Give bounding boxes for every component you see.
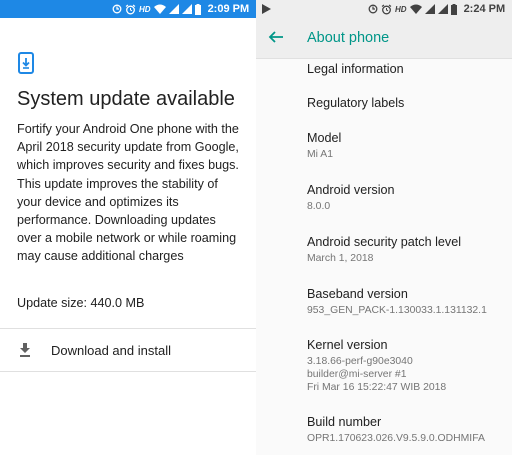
download-and-install-button[interactable]: Download and install <box>0 329 256 371</box>
item-summary: 8.0.0 <box>307 201 331 212</box>
phone-download-icon <box>18 52 36 74</box>
status-time: 2:24 PM <box>463 3 506 15</box>
update-description: Fortify your Android One phone with the … <box>17 122 239 264</box>
item-title: Build number <box>307 415 382 429</box>
item-summary: 3.18.66-perf-g90e3040 <box>307 356 413 367</box>
hd-label: HD <box>395 4 407 14</box>
item-summary: March 1, 2018 <box>307 253 374 264</box>
back-arrow-icon[interactable] <box>268 29 284 45</box>
list-item-android-version[interactable]: Android version 8.0.0 <box>307 182 507 213</box>
item-title: Android security patch level <box>307 235 462 249</box>
battery-icon <box>450 3 457 15</box>
wifi-icon <box>153 4 166 14</box>
signal-icon <box>168 4 179 14</box>
update-size: Update size: 440.0 MB <box>17 296 145 310</box>
item-title: Model <box>307 131 342 145</box>
about-phone-screen: HD 2:24 PM About phone Legal information <box>256 0 512 455</box>
status-icons: HD 2:09 PM <box>112 0 249 18</box>
status-bar: HD 2:24 PM <box>256 0 512 18</box>
item-summary: OPR1.170623.026.V9.5.9.0.ODHMIFA <box>307 433 485 444</box>
list-item-build-number[interactable]: Build number OPR1.170623.026.V9.5.9.0.OD… <box>307 414 507 445</box>
download-icon <box>19 343 31 357</box>
app-bar: About phone <box>256 18 512 59</box>
download-label: Download and install <box>51 343 171 358</box>
item-summary: builder@mi-server #1 <box>307 369 407 380</box>
sync-icon <box>368 4 378 14</box>
status-icons: HD 2:24 PM <box>368 0 505 18</box>
system-update-screen: HD 2:09 PM System update available Forti… <box>0 0 256 455</box>
list-item-security-patch-level[interactable]: Android security patch level March 1, 20… <box>307 234 507 265</box>
item-summary: Fri Mar 16 15:22:47 WIB 2018 <box>307 382 447 393</box>
divider <box>0 371 256 372</box>
list-item-baseband-version[interactable]: Baseband version 953_GEN_PACK-1.130033.1… <box>307 286 507 317</box>
list-item-kernel-version[interactable]: Kernel version 3.18.66-perf-g90e3040 bui… <box>307 337 507 394</box>
signal-icon <box>181 4 192 14</box>
list-item-regulatory-labels[interactable]: Regulatory labels <box>307 95 507 111</box>
list-item-model[interactable]: Model Mi A1 <box>307 130 507 161</box>
sync-icon <box>112 4 122 14</box>
signal-icon <box>437 4 448 14</box>
list-item-legal-information[interactable]: Legal information <box>307 61 507 77</box>
page-title: System update available <box>17 88 235 110</box>
play-icon <box>262 4 271 14</box>
signal-icon <box>424 4 435 14</box>
item-summary: Mi A1 <box>307 149 333 160</box>
wifi-icon <box>409 4 422 14</box>
battery-icon <box>194 3 201 15</box>
alarm-icon <box>381 4 392 15</box>
item-title: Kernel version <box>307 338 388 352</box>
item-title: Baseband version <box>307 287 408 301</box>
item-title: Android version <box>307 183 395 197</box>
status-bar: HD 2:09 PM <box>0 0 256 18</box>
item-title: Legal information <box>307 62 404 76</box>
hd-label: HD <box>139 4 151 14</box>
status-time: 2:09 PM <box>207 3 250 15</box>
item-title: Regulatory labels <box>307 96 405 110</box>
item-summary: 953_GEN_PACK-1.130033.1.131132.1 <box>307 305 487 316</box>
page-title: About phone <box>307 30 390 46</box>
alarm-icon <box>125 4 136 15</box>
